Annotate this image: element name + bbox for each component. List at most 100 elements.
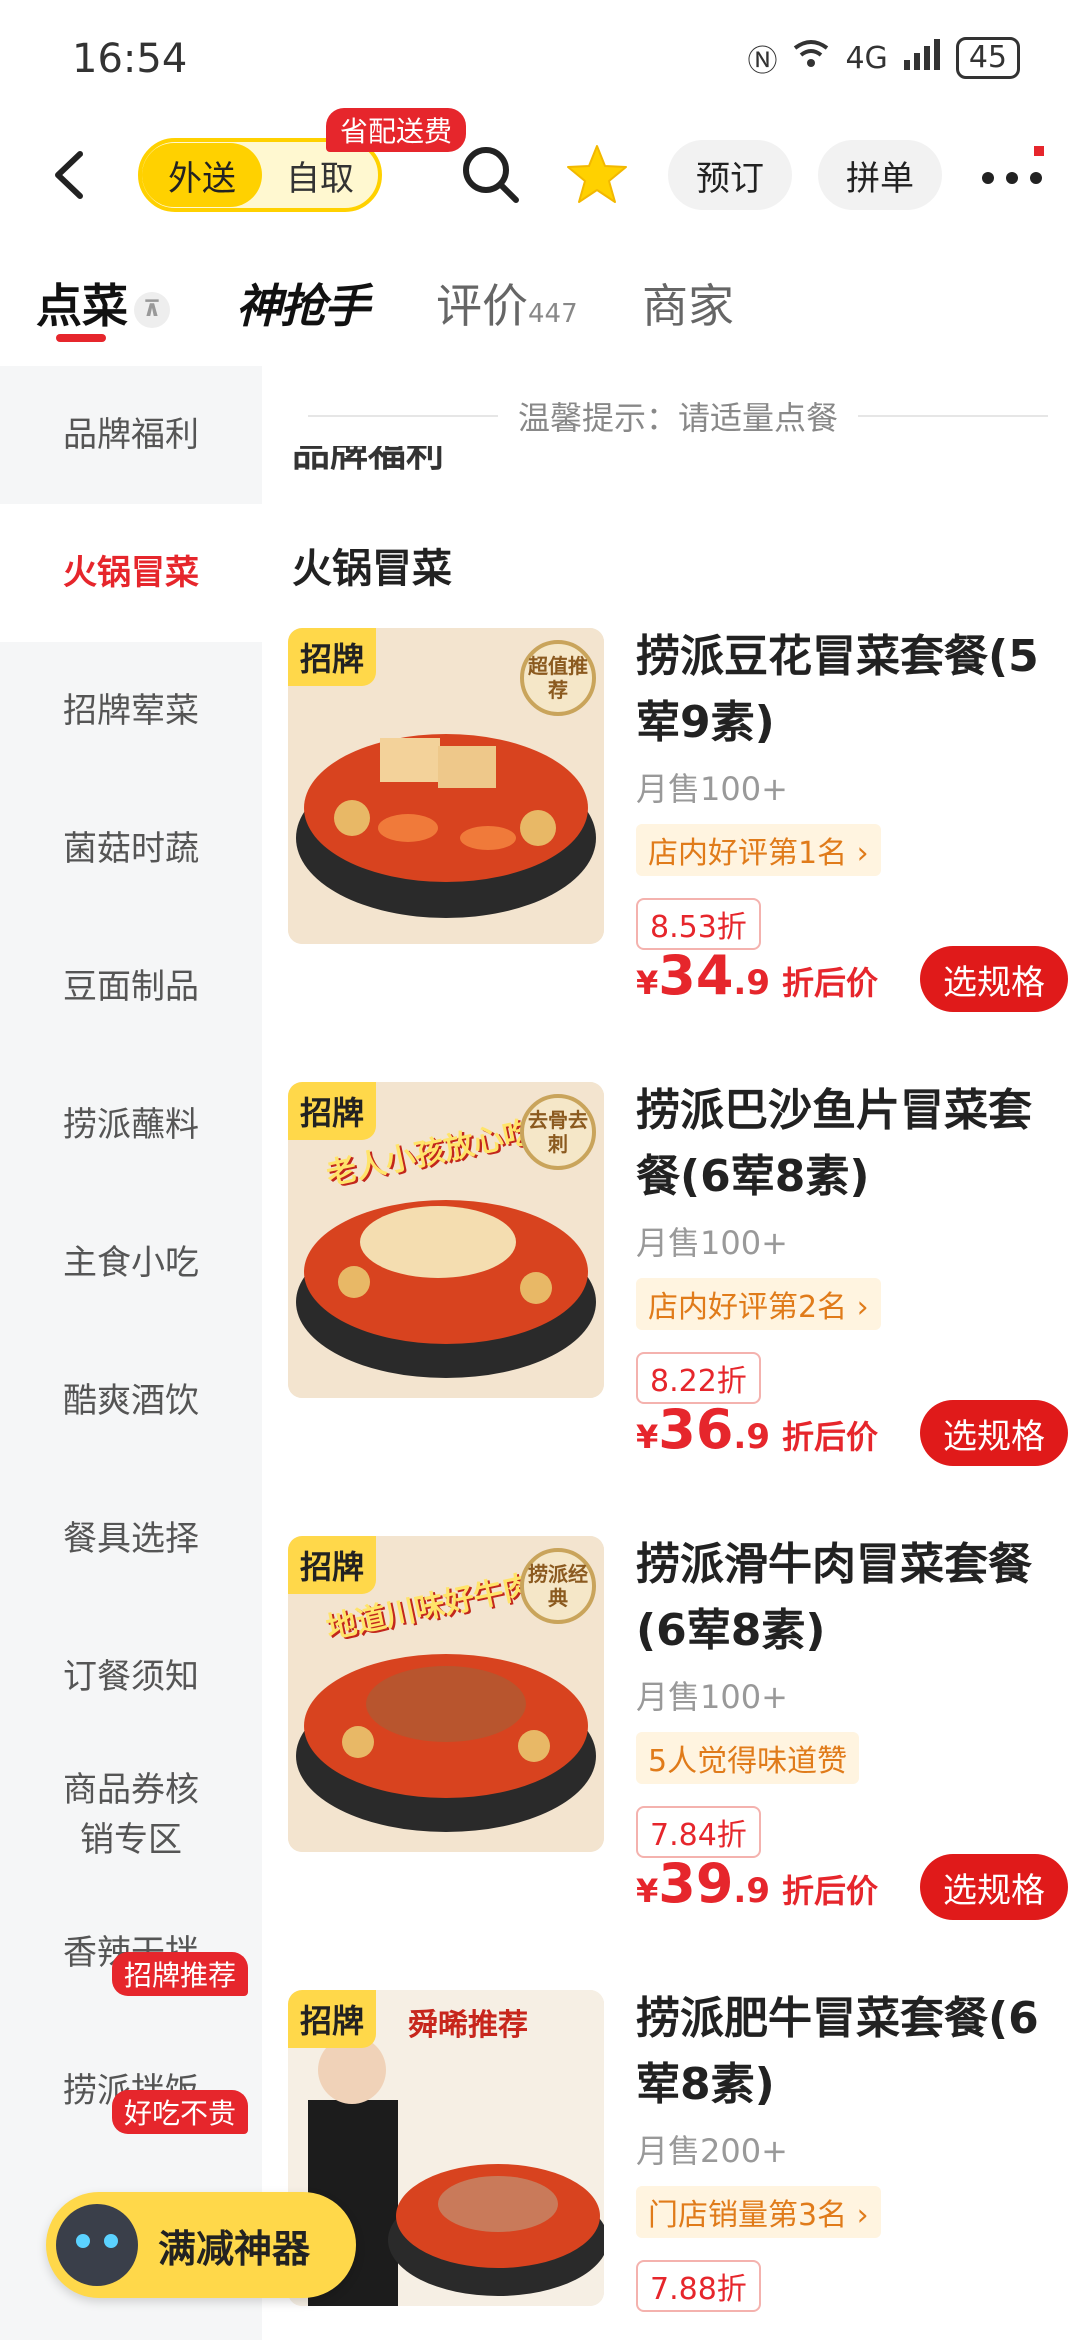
sidebar-item-tofu-noodle[interactable]: 豆面制品 [0,918,262,1056]
product-seal: 捞派经典 [520,1548,596,1624]
product-list: 温馨提示：请适量点餐 品牌福利 火锅冒菜 超值推荐 招牌 捞派豆花冒菜套餐(5荤… [262,366,1080,2340]
price-label: 折后价 [782,1418,879,1456]
product-seal: 去骨去刺 [520,1094,596,1170]
status-time: 16:54 [72,36,188,82]
product-name[interactable]: 捞派豆花冒菜套餐(5荤9素) [636,624,1066,756]
previous-section-heading: 品牌福利 [292,446,445,472]
status-bar: 16:54 Ⓝ 4G 45 [0,0,1080,120]
pin-icon[interactable]: ⊼ [134,291,170,328]
top-nav: 外送 自取 省配送费 预订 拼单 [0,108,1080,230]
monthly-sales: 月售100+ [636,1224,788,1262]
product-name[interactable]: 捞派滑牛肉冒菜套餐(6荤8素) [636,1532,1066,1664]
signature-tag: 招牌 [288,1536,377,1594]
product-slogan: 舜晞推荐 [408,2008,528,2043]
tab-deals[interactable]: 神抢手 [236,270,370,336]
select-spec-button[interactable]: 选规格 [920,946,1068,1012]
signature-recommend-badge: 招牌推荐 [112,1952,249,1996]
sidebar-item-signature-meat[interactable]: 招牌荤菜 [0,642,262,780]
network-type: 4G [845,40,888,76]
product-name[interactable]: 捞派肥牛冒菜套餐(6荤8素) [636,1986,1066,2118]
rank-badge[interactable]: 店内好评第2名 › [636,1278,881,1330]
sidebar-item-voucher[interactable]: 商品券核销专区 [0,1746,262,1884]
price-integer: 36 [658,1398,734,1461]
rank-badge[interactable]: 5人觉得味道赞 [636,1732,860,1784]
product-name[interactable]: 捞派巴沙鱼片冒菜套餐(6荤8素) [636,1078,1066,1210]
tab-menu[interactable]: 点菜 ⊼ [36,270,170,336]
product-card[interactable]: 超值推荐 招牌 捞派豆花冒菜套餐(5荤9素) 月售100+ 店内好评第1名 › … [288,628,1068,1028]
tab-merchant[interactable]: 商家 [642,270,734,336]
monthly-sales: 月售200+ [636,2132,788,2170]
currency-symbol: ¥ [636,1872,659,1910]
reserve-button[interactable]: 预订 [668,140,792,210]
nfc-icon: Ⓝ [747,44,778,79]
back-icon[interactable] [50,148,90,202]
sidebar-item-brand-benefits[interactable]: 品牌福利 [0,366,262,504]
price-decimal: .9 [733,1417,770,1457]
price-integer: 34 [658,944,734,1007]
product-card[interactable]: 地道川味好牛肉 捞派经典 招牌 捞派滑牛肉冒菜套餐(6荤8素) 月售100+ 5… [288,1536,1068,1936]
price-label: 折后价 [782,1872,879,1910]
discount-badge: 7.88折 [636,2260,761,2312]
signature-tag: 招牌 [288,628,377,686]
sidebar-item-dipping-sauce[interactable]: 捞派蘸料 [0,1056,262,1194]
notification-dot [1034,146,1044,156]
status-icons: Ⓝ 4G 45 [747,36,1020,80]
product-card[interactable]: 舜晞推荐 招牌 捞派肥牛冒菜套餐(6荤8素) 月售200+ 门店销量第3名 › … [288,1990,1068,2340]
product-card[interactable]: 老人小孩放心吃 去骨去刺 招牌 捞派巴沙鱼片冒菜套餐(6荤8素) 月售100+ … [288,1082,1068,1482]
discount-helper-label: 满减神器 [158,2226,311,2271]
sidebar-item-staple-snack[interactable]: 主食小吃 [0,1194,262,1332]
mode-pickup[interactable]: 自取 [262,151,378,200]
favorite-star-icon[interactable] [564,142,630,208]
store-tabs: 点菜 ⊼ 神抢手 评价447 商家 [0,250,1080,360]
tip-notice: 温馨提示：请适量点餐 [288,386,1068,446]
price-integer: 39 [658,1852,734,1915]
section-title: 火锅冒菜 [292,546,452,592]
price-decimal: .9 [733,963,770,1003]
cheap-tasty-badge: 好吃不贵 [112,2090,249,2134]
signature-tag: 招牌 [288,1990,377,2048]
battery-icon: 45 [955,37,1020,79]
sidebar-item-order-notes[interactable]: 订餐须知 [0,1608,262,1746]
rank-badge[interactable]: 门店销量第3名 › [636,2186,881,2238]
search-icon[interactable] [458,142,522,206]
tab-menu-label: 点菜 [36,279,128,333]
active-tab-indicator [56,334,106,342]
wifi-icon [791,38,831,78]
monthly-sales: 月售100+ [636,770,788,808]
signal-icon [902,38,942,78]
robot-icon [56,2204,138,2286]
currency-symbol: ¥ [636,964,659,1002]
tab-reviews[interactable]: 评价447 [436,270,578,336]
price-decimal: .9 [733,1871,770,1911]
discount-helper-button[interactable]: 满减神器 [46,2192,356,2298]
product-seal: 超值推荐 [520,640,596,716]
product-image[interactable]: 超值推荐 招牌 [288,628,604,944]
price: ¥ 36 .9 折后价 [636,1398,878,1461]
tab-reviews-label: 评价 [436,279,528,333]
price: ¥ 39 .9 折后价 [636,1852,878,1915]
select-spec-button[interactable]: 选规格 [920,1854,1068,1920]
rank-badge[interactable]: 店内好评第1名 › [636,824,881,876]
price: ¥ 34 .9 折后价 [636,944,878,1007]
monthly-sales: 月售100+ [636,1678,788,1716]
free-delivery-badge: 省配送费 [326,108,467,152]
tip-text: 温馨提示：请适量点餐 [518,399,839,437]
group-order-button[interactable]: 拼单 [818,140,942,210]
reviews-count: 447 [528,299,578,329]
sidebar-item-drinks[interactable]: 酷爽酒饮 [0,1332,262,1470]
discount-badge: 8.22折 [636,1352,761,1404]
product-image[interactable]: 地道川味好牛肉 捞派经典 招牌 [288,1536,604,1852]
sidebar-item-tableware[interactable]: 餐具选择 [0,1470,262,1608]
mode-delivery[interactable]: 外送 [142,143,262,207]
sidebar-item-mushroom-veg[interactable]: 菌菇时蔬 [0,780,262,918]
price-label: 折后价 [782,964,879,1002]
divider [858,415,1049,417]
signature-tag: 招牌 [288,1082,377,1140]
select-spec-button[interactable]: 选规格 [920,1400,1068,1466]
product-image[interactable]: 老人小孩放心吃 去骨去刺 招牌 [288,1082,604,1398]
sidebar-item-hotpot[interactable]: 火锅冒菜 [0,504,262,642]
category-sidebar: 品牌福利 火锅冒菜 招牌荤菜 菌菇时蔬 豆面制品 捞派蘸料 主食小吃 酷爽酒饮 … [0,366,262,2340]
discount-badge: 8.53折 [636,898,761,950]
currency-symbol: ¥ [636,1418,659,1456]
more-icon[interactable] [978,146,1048,200]
